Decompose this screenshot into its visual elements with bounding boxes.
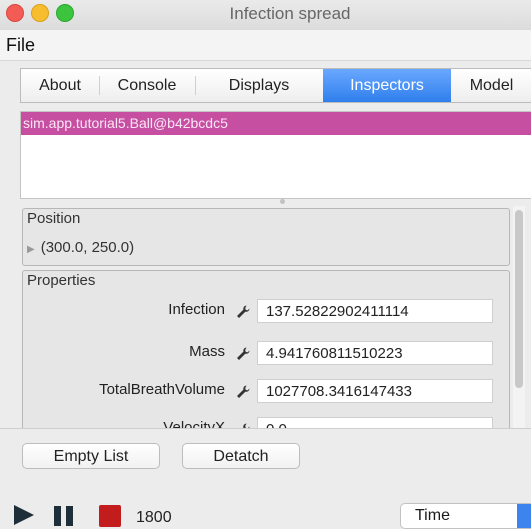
menu-file[interactable]: File	[6, 35, 35, 56]
properties-group-label: Properties	[27, 272, 96, 289]
empty-list-button[interactable]: Empty List	[22, 443, 160, 469]
stop-icon[interactable]	[99, 505, 121, 527]
tab-inspectors[interactable]: Inspectors	[323, 69, 451, 102]
wrench-icon[interactable]	[235, 304, 251, 320]
inspector-list-item-selected[interactable]: sim.app.tutorial5.Ball@b42bcdc5	[21, 112, 531, 135]
pause-icon[interactable]	[54, 506, 74, 526]
play-icon[interactable]	[14, 505, 34, 525]
properties-group: Properties Infection 137.52822902411114 …	[22, 270, 510, 428]
position-group-label: Position	[27, 210, 81, 227]
select-arrow-icon[interactable]	[517, 504, 531, 528]
minimize-window-icon[interactable]	[31, 4, 49, 22]
position-row[interactable]: ▶ (300.0, 250.0)	[27, 239, 134, 256]
property-field-mass[interactable]: 4.941760811510223	[257, 341, 493, 365]
position-group: Position ▶ (300.0, 250.0)	[22, 208, 510, 266]
divider	[0, 428, 531, 429]
tab-bar: About Console Displays Inspectors Model	[20, 68, 531, 103]
tab-console[interactable]: Console	[99, 69, 195, 102]
window-titlebar: Infection spread	[0, 0, 531, 31]
inspector-scrollbar[interactable]	[513, 206, 525, 428]
disclosure-triangle-icon[interactable]: ▶	[27, 244, 35, 255]
scrollbar-thumb[interactable]	[515, 210, 523, 388]
tab-displays[interactable]: Displays	[195, 69, 323, 102]
wrench-icon[interactable]	[235, 384, 251, 400]
time-mode-select[interactable]: Time	[400, 503, 531, 529]
property-field-totalbreathvolume[interactable]: 1027708.3416147433	[257, 379, 493, 403]
close-window-icon[interactable]	[6, 4, 24, 22]
tab-model[interactable]: Model	[451, 69, 531, 102]
property-label-infection: Infection	[168, 301, 225, 318]
detatch-button[interactable]: Detatch	[182, 443, 300, 469]
property-label-velocityx: VelocityX	[163, 419, 225, 428]
property-label-totalbreathvolume: TotalBreathVolume	[99, 381, 225, 398]
inspector-list[interactable]: sim.app.tutorial5.Ball@b42bcdc5	[20, 111, 531, 199]
step-count: 1800	[136, 509, 172, 526]
property-field-velocityx[interactable]: 0.0	[257, 417, 493, 428]
property-label-mass: Mass	[189, 343, 225, 360]
menu-bar: File	[0, 30, 531, 61]
position-value: (300.0, 250.0)	[40, 239, 135, 256]
zoom-window-icon[interactable]	[56, 4, 74, 22]
window-title: Infection spread	[229, 4, 351, 23]
time-mode-value: Time	[415, 507, 450, 524]
wrench-icon[interactable]	[235, 346, 251, 362]
tab-about[interactable]: About	[21, 69, 99, 102]
split-pane-handle[interactable]	[280, 199, 285, 204]
property-field-infection[interactable]: 137.52822902411114	[257, 299, 493, 323]
inspector-panel: Position ▶ (300.0, 250.0) Properties Infe…	[20, 206, 510, 428]
